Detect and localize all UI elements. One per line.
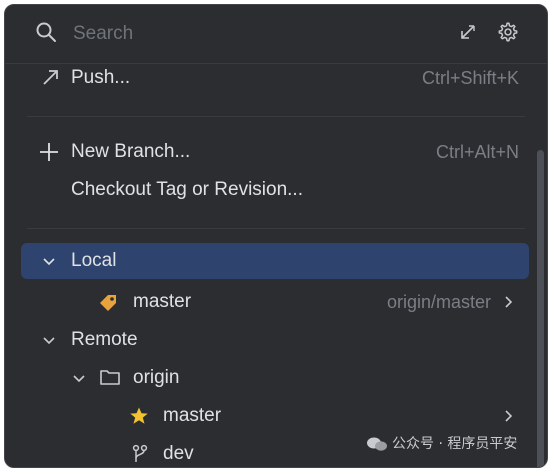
watermark-text: 公众号 · 程序员平安 — [392, 436, 518, 452]
local-label: Local — [71, 250, 117, 271]
scrollbar-thumb[interactable] — [537, 150, 544, 467]
new-branch-action[interactable]: New Branch... Ctrl+Alt+N — [5, 134, 533, 170]
popup-content: Push... Ctrl+Shift+K New Branch... Ctrl+… — [5, 64, 547, 467]
chevron-right-icon[interactable] — [501, 409, 515, 423]
origin-label: origin — [133, 367, 180, 388]
collapse-icon[interactable] — [457, 23, 477, 43]
branch-item-local-master[interactable]: master origin/master — [5, 284, 533, 320]
tree-node-remote[interactable]: Remote — [5, 322, 533, 358]
branches-popup: Push... Ctrl+Shift+K New Branch... Ctrl+… — [4, 4, 548, 468]
separator — [27, 116, 525, 117]
branch-name: dev — [163, 443, 194, 464]
new-branch-label: New Branch... — [71, 141, 191, 162]
branch-name: master — [163, 405, 222, 426]
tracking-branch: origin/master — [386, 292, 491, 312]
tag-icon — [100, 295, 116, 311]
star-icon — [130, 407, 148, 424]
scrollbar[interactable] — [533, 64, 547, 467]
push-action[interactable]: Push... Ctrl+Shift+K — [5, 64, 533, 96]
wechat-logo-icon — [367, 437, 387, 451]
search-input[interactable] — [71, 19, 435, 49]
chevron-right-icon[interactable] — [501, 295, 515, 309]
chevron-down-icon[interactable] — [41, 253, 57, 269]
chevron-down-icon[interactable] — [41, 332, 57, 348]
push-arrow-icon — [43, 70, 58, 85]
watermark: 公众号 · 程序员平安 — [366, 432, 517, 456]
checkout-tag-action[interactable]: Checkout Tag or Revision... — [5, 172, 533, 208]
separator — [27, 228, 525, 229]
remote-label: Remote — [71, 329, 138, 350]
plus-icon — [40, 143, 58, 161]
branch-icon — [132, 444, 148, 462]
push-label: Push... — [71, 67, 131, 88]
chevron-down-icon[interactable] — [71, 370, 87, 386]
tree-node-local[interactable]: Local — [21, 243, 529, 279]
checkout-tag-label: Checkout Tag or Revision... — [71, 179, 303, 200]
search-icon — [36, 22, 56, 42]
branch-item-remote-master[interactable]: master — [5, 398, 533, 434]
search-bar — [5, 5, 547, 64]
tree-node-origin[interactable]: origin — [5, 360, 533, 396]
branch-name: master — [133, 291, 192, 312]
push-shortcut: Ctrl+Shift+K — [421, 68, 519, 88]
gear-icon[interactable] — [497, 21, 519, 43]
folder-icon — [100, 370, 120, 385]
new-branch-shortcut: Ctrl+Alt+N — [435, 142, 519, 162]
